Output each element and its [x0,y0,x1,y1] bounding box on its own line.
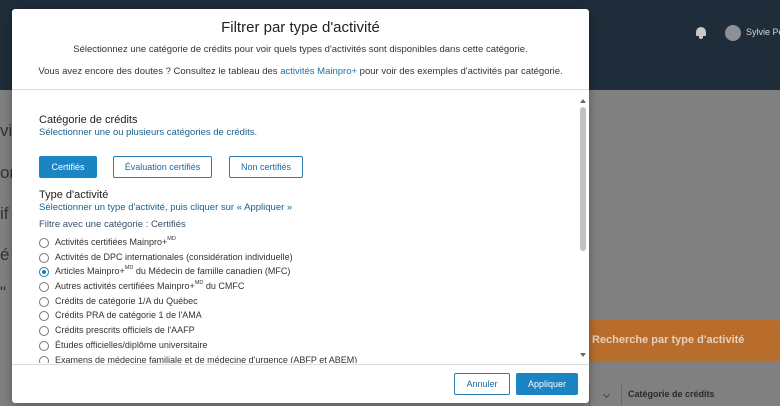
radio-button[interactable] [39,238,49,248]
activity-type-description: Sélectionner un type d'activité, puis cl… [39,202,293,213]
activity-option[interactable]: Autres activités certifiées Mainpro+MD d… [39,280,569,295]
modal-body[interactable]: Catégorie de crédits Sélectionner une ou… [12,91,589,363]
mainpro-activities-link[interactable]: activités Mainpro+ [280,66,357,77]
activity-option[interactable]: Articles Mainpro+MD du Médecin de famill… [39,265,569,280]
activity-label-sup: MD [124,265,134,272]
activity-label-sup: MD [167,236,176,242]
activity-label-suffix: du Médecin de famille canadien (MFC) [133,266,291,277]
category-certified-assessment-button[interactable]: Évaluation certifiés [113,156,212,178]
scroll-up-arrow-icon[interactable] [580,99,586,103]
radio-button[interactable] [39,355,49,363]
activity-option[interactable]: Études officielles/diplôme universitaire [39,339,569,354]
radio-button[interactable] [39,282,49,293]
notification-bell-icon[interactable] [694,26,708,40]
credit-category-description: Sélectionner une ou plusieurs catégories… [39,127,258,138]
category-non-certified-button[interactable]: Non certifiés [229,156,303,178]
filter-active-label: Filtre avec une catégorie : Certifiés [39,219,186,230]
activity-label: Études officielles/diplôme universitaire [55,339,208,350]
category-certified-button[interactable]: Certifiés [39,156,97,178]
activity-label: Activités de DPC internationales (consid… [55,251,293,262]
filter-dropdown[interactable] [589,385,621,406]
scrollbar[interactable] [578,91,588,363]
activity-option[interactable]: Crédits PRA de catégorie 1 de l'AMA [39,309,569,324]
apply-button[interactable]: Appliquer [516,373,578,395]
credit-category-label: Catégorie de crédits [628,389,715,399]
radio-button[interactable] [39,326,49,337]
modal-footer: Annuler Appliquer [12,364,589,403]
radio-button[interactable] [39,252,49,263]
filter-modal: Filtrer par type d'activité Sélectionnez… [12,9,589,403]
page-text-fragment: é [0,245,10,264]
activity-option[interactable]: Crédits de catégorie 1/A du Québec [39,295,569,310]
activity-label: Articles Mainpro+ [55,266,125,277]
activity-option[interactable]: Activités de DPC internationales (consid… [39,251,569,266]
activity-label: Activités certifiées Mainpro+ [55,237,168,247]
page-text-fragment: " [0,283,7,302]
radio-button[interactable] [39,340,49,351]
activity-radio-list: Activités certifiées Mainpro+MD Activité… [39,236,569,363]
radio-button[interactable] [39,296,49,307]
activity-option[interactable]: Crédits prescrits officiels de l'AAFP [39,324,569,339]
search-by-activity-button[interactable]: Recherche par type d'activité [578,320,780,361]
radio-button-checked[interactable] [39,267,49,278]
activity-label: Crédits de catégorie 1/A du Québec [55,295,198,306]
activity-type-title: Type d'activité [39,189,109,201]
modal-title: Filtrer par type d'activité [221,19,380,36]
activity-label: Crédits PRA de catégorie 1 de l'AMA [55,310,202,321]
radio-button[interactable] [39,311,49,322]
activity-option[interactable]: Activités certifiées Mainpro+MD [39,236,569,251]
page-text-fragment: vi [0,121,13,140]
activity-label-sup: MD [194,280,204,287]
avatar[interactable] [725,25,741,41]
user-name[interactable]: Sylvie Pell [746,27,780,37]
help-suffix: pour voir des exemples d'activités par c… [357,66,563,77]
chevron-down-icon [602,390,611,399]
credit-category-title: Catégorie de crédits [39,114,138,126]
scroll-down-arrow-icon[interactable] [580,353,586,357]
cancel-button[interactable]: Annuler [454,373,510,395]
modal-help-text: Vous avez encore des doutes ? Consultez … [12,66,589,77]
help-prefix: Vous avez encore des doutes ? Consultez … [38,66,281,77]
modal-subtitle: Sélectionnez une catégorie de crédits po… [73,44,528,55]
activity-option[interactable]: Examens de médecine familiale et de méde… [39,354,569,364]
scrollbar-thumb[interactable] [580,107,586,251]
modal-header: Filtrer par type d'activité Sélectionnez… [12,9,589,90]
activity-label: Autres activités certifiées Mainpro+ [55,281,195,292]
activity-label: Examens de médecine familiale et de méde… [55,354,358,364]
credit-category-dropdown[interactable]: Catégorie de crédits [621,385,780,406]
activity-label: Crédits prescrits officiels de l'AAFP [55,325,195,336]
page-text-fragment: if [0,204,9,223]
activity-label-suffix: du CMFC [203,281,245,292]
